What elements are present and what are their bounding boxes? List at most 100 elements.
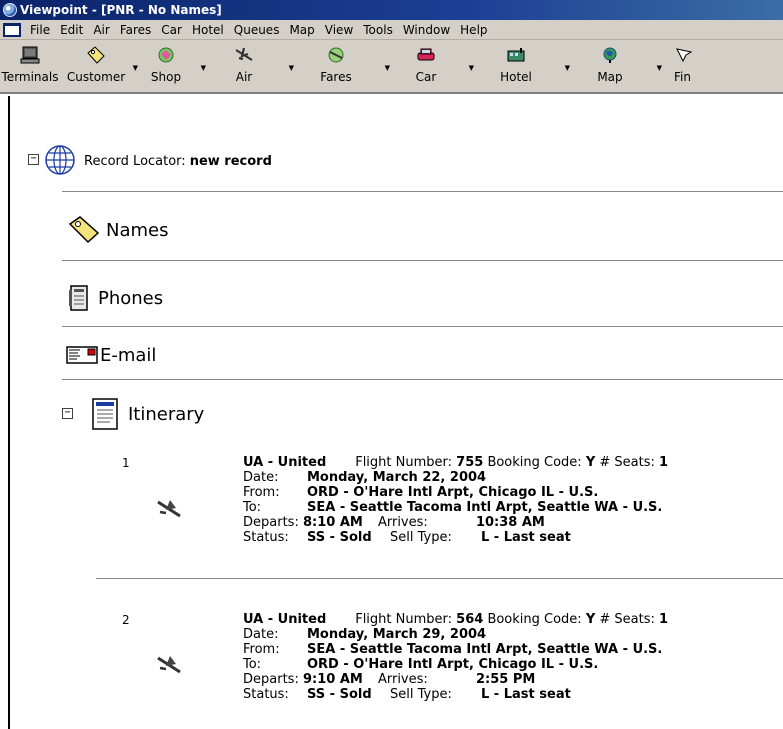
- menu-map[interactable]: Map: [284, 23, 319, 37]
- status-value: SS - Sold: [307, 530, 372, 545]
- menu-hotel[interactable]: Hotel: [187, 23, 229, 37]
- menu-window[interactable]: Window: [398, 23, 455, 37]
- toolbar-map-button[interactable]: Map ▼: [564, 40, 662, 92]
- terminal-icon: [20, 46, 40, 64]
- section-itinerary[interactable]: Itinerary: [90, 398, 204, 430]
- toolbar-customer-label: Customer: [66, 70, 126, 84]
- departs-value: 8:10 AM: [302, 515, 363, 530]
- menu-fares[interactable]: Fares: [115, 23, 156, 37]
- toolbar-fares-label: Fares: [320, 70, 352, 84]
- toolbar-hotel-button[interactable]: Hotel ▼: [468, 40, 570, 92]
- record-collapse-toggle[interactable]: −: [28, 154, 39, 165]
- car-icon: [416, 46, 436, 64]
- section-phones-label: Phones: [98, 287, 164, 309]
- sell-type-label: Sell Type:: [390, 687, 452, 702]
- status-label: Status:: [243, 530, 289, 545]
- shop-icon: [156, 46, 176, 64]
- toolbar-car-label: Car: [415, 70, 437, 84]
- title-bar: Viewpoint - [PNR - No Names]: [0, 0, 783, 20]
- customer-tag-icon: [86, 46, 106, 64]
- document-window-icon[interactable]: [3, 22, 21, 37]
- globe-icon: [600, 46, 620, 64]
- segment-number: 1: [122, 456, 130, 470]
- segment-divider: [96, 578, 783, 579]
- toolbar-customer-button[interactable]: Customer ▼: [60, 40, 138, 92]
- menu-edit[interactable]: Edit: [55, 23, 88, 37]
- booking-code-value: Y: [585, 612, 596, 627]
- menu-bar: File Edit Air Fares Car Hotel Queues Map…: [0, 20, 783, 40]
- flight-number-value: 755: [456, 455, 484, 470]
- section-phones[interactable]: Phones: [68, 284, 163, 312]
- toolbar-car-button[interactable]: Car ▼: [384, 40, 474, 92]
- menu-help[interactable]: Help: [455, 23, 492, 37]
- seats-label: # Seats:: [599, 455, 655, 470]
- record-locator-value: new record: [189, 154, 272, 169]
- hotel-icon: [506, 46, 526, 64]
- window-left-border: [8, 96, 10, 729]
- arrives-value: 2:55 PM: [475, 672, 536, 687]
- toolbar-terminals-button[interactable]: Terminals: [0, 40, 60, 92]
- menu-view[interactable]: View: [320, 23, 358, 37]
- segment-details: UA - United Flight Number: 755 Booking C…: [243, 455, 668, 545]
- toolbar-find-button[interactable]: Fin: [656, 40, 696, 92]
- flight-number-label: Flight Number:: [355, 455, 453, 470]
- toolbar-fares-button[interactable]: Fares ▼: [288, 40, 390, 92]
- departs-label: Departs:: [243, 672, 299, 687]
- flight-plane-icon: [156, 498, 182, 523]
- menu-car[interactable]: Car: [156, 23, 187, 37]
- booking-code-label: Booking Code:: [487, 612, 582, 627]
- toolbar-map-label: Map: [597, 70, 623, 84]
- itinerary-collapse-toggle[interactable]: −: [62, 408, 73, 419]
- menu-tools[interactable]: Tools: [358, 23, 398, 37]
- window-title: Viewpoint - [PNR - No Names]: [20, 3, 222, 17]
- to-label: To:: [243, 500, 262, 515]
- flight-plane-icon: [156, 654, 182, 679]
- to-label: To:: [243, 657, 262, 672]
- plane-icon: [234, 46, 254, 64]
- departs-label: Departs:: [243, 515, 299, 530]
- itinerary-divider: [62, 379, 783, 380]
- section-email[interactable]: E-mail: [66, 344, 156, 366]
- toolbar-shop-label: Shop: [150, 70, 182, 84]
- toolbar-find-label: Fin: [674, 70, 691, 84]
- email-divider: [62, 326, 783, 327]
- menu-air[interactable]: Air: [88, 23, 114, 37]
- phones-divider: [62, 260, 783, 261]
- seats-value: 1: [659, 612, 669, 627]
- sell-type-label: Sell Type:: [390, 530, 452, 545]
- names-divider: [62, 191, 783, 192]
- arrives-label: Arrives:: [377, 515, 428, 530]
- segment-airline: UA - United: [243, 612, 327, 627]
- record-locator-label: Record Locator:: [84, 154, 186, 169]
- section-names-label: Names: [106, 219, 169, 241]
- to-value: SEA - Seattle Tacoma Intl Arpt, Seattle …: [307, 500, 663, 515]
- section-names[interactable]: Names: [68, 216, 168, 244]
- departs-value: 9:10 AM: [302, 672, 363, 687]
- arrives-value: 10:38 AM: [475, 515, 545, 530]
- pnr-content-pane: − Record Locator: new record Names Phone…: [0, 96, 783, 729]
- section-itinerary-label: Itinerary: [128, 403, 205, 425]
- toolbar-terminals-label: Terminals: [1, 70, 59, 84]
- name-tag-icon: [68, 216, 100, 244]
- section-email-label: E-mail: [100, 344, 157, 366]
- sell-type-value: L - Last seat: [481, 530, 571, 545]
- viewpoint-app-icon[interactable]: [3, 3, 17, 17]
- from-label: From:: [243, 642, 280, 657]
- arrives-label: Arrives:: [377, 672, 428, 687]
- toolbar: Terminals Customer ▼ Shop ▼ Air ▼ Fares …: [0, 40, 783, 94]
- toolbar-air-button[interactable]: Air ▼: [200, 40, 294, 92]
- toolbar-hotel-label: Hotel: [500, 70, 532, 84]
- to-value: ORD - O'Hare Intl Arpt, Chicago IL - U.S…: [307, 657, 599, 672]
- find-icon: [674, 46, 694, 64]
- date-label: Date:: [243, 470, 279, 485]
- fares-icon: [326, 46, 346, 64]
- segment-details: UA - United Flight Number: 564 Booking C…: [243, 612, 668, 702]
- segment-airline: UA - United: [243, 455, 327, 470]
- from-label: From:: [243, 485, 280, 500]
- sell-type-value: L - Last seat: [481, 687, 571, 702]
- menu-file[interactable]: File: [25, 23, 55, 37]
- toolbar-shop-button[interactable]: Shop ▼: [132, 40, 206, 92]
- flight-number-value: 564: [456, 612, 484, 627]
- date-value: Monday, March 22, 2004: [307, 470, 487, 485]
- menu-queues[interactable]: Queues: [229, 23, 285, 37]
